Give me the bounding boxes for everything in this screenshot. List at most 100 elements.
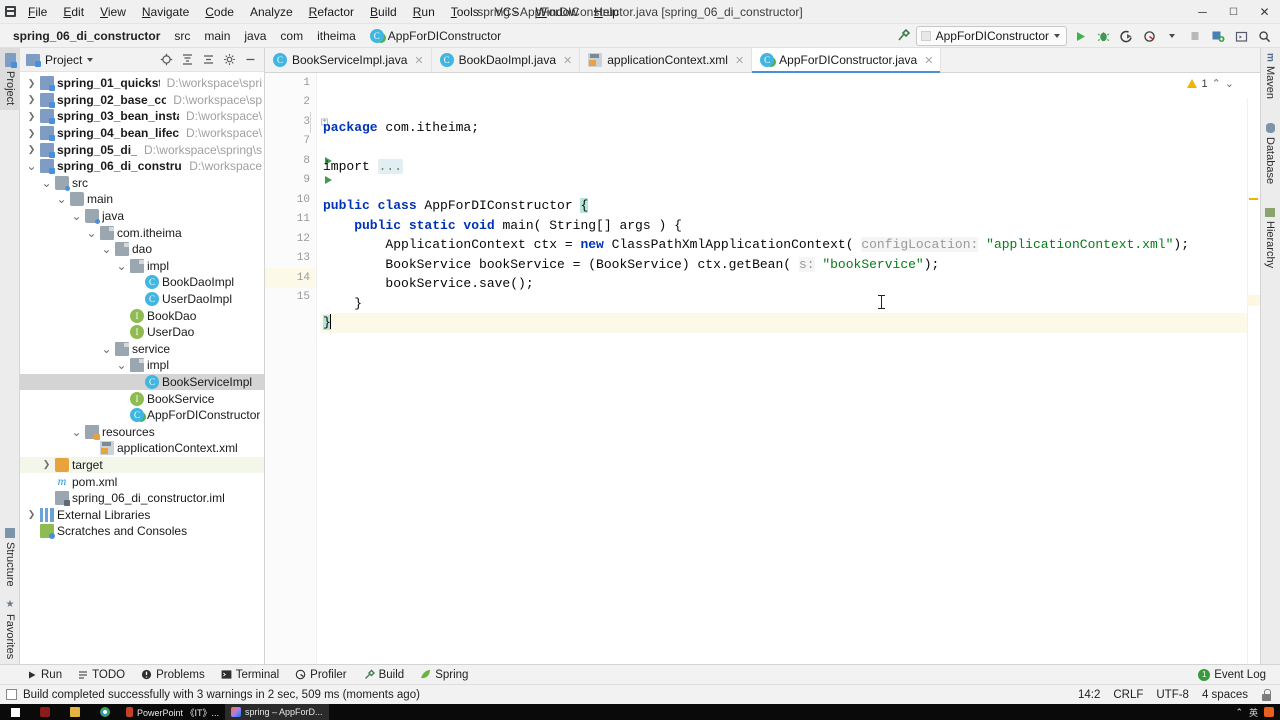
taskbar-window-intellij[interactable]: spring – AppForD... bbox=[225, 704, 329, 720]
editor-tabs[interactable]: C BookServiceImpl.java ✕ C BookDaoImpl.java ✕… bbox=[265, 48, 1260, 73]
code-line-13[interactable]: } bbox=[321, 294, 1260, 314]
menu-tools[interactable]: Tools bbox=[443, 0, 487, 24]
chevron-down-icon[interactable]: ⌄ bbox=[101, 343, 112, 355]
chevron-right-icon[interactable]: ❯ bbox=[26, 94, 37, 105]
menu-window[interactable]: Window bbox=[527, 0, 586, 24]
close-tab-icon[interactable]: ✕ bbox=[563, 54, 572, 67]
lock-icon[interactable] bbox=[1261, 688, 1272, 701]
tree-item-bookdao[interactable]: I BookDao bbox=[20, 307, 264, 324]
code-line-10[interactable]: ApplicationContext ctx = new ClassPathXm… bbox=[321, 235, 1260, 255]
chevron-right-icon[interactable]: ❯ bbox=[26, 509, 37, 520]
bottom-item-todo[interactable]: TODO bbox=[71, 665, 132, 685]
code-line-12[interactable]: bookService.save(); bbox=[321, 274, 1260, 294]
menu-refactor[interactable]: Refactor bbox=[301, 0, 362, 24]
bottom-item-terminal[interactable]: Terminal bbox=[214, 665, 286, 685]
minimize-button[interactable]: ─ bbox=[1187, 0, 1218, 24]
tree-item-spring-03-bean-instance[interactable]: ❯ spring_03_bean_instance D:\workspace\ bbox=[20, 108, 264, 125]
code-line-7[interactable] bbox=[321, 177, 1260, 197]
select-opened-file-icon[interactable] bbox=[1231, 26, 1251, 46]
code-line-9[interactable]: public static void main( String[] args )… bbox=[321, 216, 1260, 236]
chevron-right-icon[interactable]: ❯ bbox=[26, 111, 37, 122]
gutter-line-15[interactable]: 15 bbox=[265, 288, 316, 308]
tree-item-bookservice[interactable]: I BookService bbox=[20, 390, 264, 407]
chevron-down-icon[interactable] bbox=[87, 57, 94, 62]
breadcrumb-item-main[interactable]: main bbox=[197, 26, 237, 46]
project-tree[interactable]: ❯ spring_01_quickstart D:\workspace\spri ❯ s… bbox=[20, 72, 264, 540]
profiler-icon[interactable] bbox=[1139, 26, 1159, 46]
tree-item-bookdaoimpl[interactable]: C BookDaoImpl bbox=[20, 274, 264, 291]
editor-tab-applicationcontext-xml[interactable]: applicationContext.xml ✕ bbox=[580, 48, 753, 72]
code-line-11[interactable]: BookService bookService = (BookService) … bbox=[321, 255, 1260, 275]
tree-item-target[interactable]: ❯ target bbox=[20, 456, 264, 474]
inspection-widget[interactable]: 1 ⌃ ⌄ bbox=[1187, 77, 1234, 90]
next-problem-icon[interactable]: ⌄ bbox=[1225, 77, 1234, 90]
chevron-down-icon[interactable]: ⌄ bbox=[71, 426, 82, 438]
chevron-right-icon[interactable]: ❯ bbox=[26, 128, 37, 139]
previous-problem-icon[interactable]: ⌃ bbox=[1212, 77, 1221, 90]
editor-tab-appfordiconstructor-java[interactable]: C AppForDIConstructor.java ✕ bbox=[752, 48, 942, 73]
gutter-line-11[interactable]: 11 bbox=[265, 210, 316, 230]
tree-item-bookserviceimpl[interactable]: C BookServiceImpl bbox=[20, 373, 264, 391]
chrome-icon[interactable] bbox=[90, 704, 120, 720]
sogou-icon[interactable] bbox=[1264, 707, 1274, 717]
menu-code[interactable]: Code bbox=[197, 0, 242, 24]
tree-item-spring-06-di-constructor-iml[interactable]: spring_06_di_constructor.iml bbox=[20, 490, 264, 507]
gutter-line-14[interactable]: 14 bbox=[265, 268, 316, 288]
file-explorer-icon[interactable] bbox=[60, 704, 90, 720]
menu-view[interactable]: View bbox=[92, 0, 134, 24]
tree-item-resources[interactable]: ⌄ resources bbox=[20, 423, 264, 440]
error-stripe[interactable] bbox=[1247, 98, 1260, 664]
code-line-2[interactable] bbox=[321, 138, 1260, 158]
breadcrumb-item-java[interactable]: java bbox=[237, 26, 273, 46]
stripe-warning-mark[interactable] bbox=[1249, 198, 1258, 200]
tree-item-src[interactable]: ⌄ src bbox=[20, 175, 264, 192]
run-icon[interactable] bbox=[1070, 26, 1090, 46]
chevron-down-icon[interactable]: ⌄ bbox=[116, 359, 127, 371]
maximize-button[interactable]: ☐ bbox=[1218, 0, 1249, 24]
breadcrumb-item-com[interactable]: com bbox=[273, 26, 310, 46]
code-line-14[interactable]: } bbox=[321, 313, 1260, 333]
breadcrumb-item-class[interactable]: C AppForDIConstructor bbox=[363, 26, 508, 46]
menu-edit[interactable]: Edit bbox=[55, 0, 92, 24]
tree-item-scratches-and-consoles[interactable]: Scratches and Consoles bbox=[20, 523, 264, 540]
chevron-down-icon[interactable]: ⌄ bbox=[71, 210, 82, 222]
sidebar-item-favorites[interactable]: ★ Favorites bbox=[0, 594, 20, 664]
gutter-line-8[interactable]: 8 bbox=[265, 151, 332, 171]
gutter-line-2[interactable]: 2 bbox=[265, 93, 316, 113]
menu-vcs[interactable]: VCS bbox=[487, 0, 528, 24]
menu-build[interactable]: Build bbox=[362, 0, 405, 24]
sidebar-item-database[interactable]: Database bbox=[1260, 118, 1280, 189]
chevron-down-icon[interactable]: ⌄ bbox=[26, 160, 37, 172]
menu-run[interactable]: Run bbox=[405, 0, 443, 24]
menu-file[interactable]: File bbox=[20, 0, 55, 24]
close-tab-icon[interactable]: ✕ bbox=[735, 54, 744, 67]
code-line-3[interactable]: import ... bbox=[321, 157, 1260, 177]
bottom-item-build[interactable]: Build bbox=[356, 665, 412, 685]
breadcrumb-item-project[interactable]: spring_06_di_constructor bbox=[6, 26, 167, 46]
search-everywhere-icon[interactable] bbox=[1254, 26, 1274, 46]
breadcrumb-item-itheima[interactable]: itheima bbox=[310, 26, 363, 46]
close-tab-icon[interactable]: ✕ bbox=[414, 54, 423, 67]
locate-icon[interactable] bbox=[158, 51, 175, 68]
breadcrumb-item-src[interactable]: src bbox=[167, 26, 197, 46]
tree-item-impl[interactable]: ⌄ impl bbox=[20, 258, 264, 275]
indent-setting[interactable]: 4 spaces bbox=[1202, 689, 1248, 701]
tray-chevron-icon[interactable]: ⌃ bbox=[1235, 707, 1243, 718]
tree-item-spring-05-di-set[interactable]: ❯ spring_05_di_set D:\workspace\spring\s bbox=[20, 141, 264, 158]
collapse-all-icon[interactable] bbox=[200, 51, 217, 68]
chevron-down-icon[interactable] bbox=[1162, 26, 1182, 46]
file-encoding[interactable]: UTF-8 bbox=[1156, 689, 1189, 701]
sidebar-item-project[interactable]: Project bbox=[0, 48, 20, 111]
gutter-line-9[interactable]: 9 bbox=[265, 171, 332, 191]
editor-gutter[interactable]: 1 2 3 +7 8 9 10 11 12 13 14 15 bbox=[265, 73, 332, 664]
code-editor[interactable]: 1 2 3 +7 8 9 10 11 12 13 14 15 package com.itheima;… bbox=[265, 73, 1260, 664]
close-tab-icon[interactable]: ✕ bbox=[924, 54, 933, 67]
line-separator[interactable]: CRLF bbox=[1113, 689, 1143, 701]
code-line-15[interactable] bbox=[321, 333, 1260, 353]
event-log-button[interactable]: 1 Event Log bbox=[1192, 668, 1272, 681]
tree-item-spring-02-base-config[interactable]: ❯ spring_02_base_config D:\workspace\sp bbox=[20, 92, 264, 109]
menu-navigate[interactable]: Navigate bbox=[134, 0, 197, 24]
editor-tab-bookdaoimpl-java[interactable]: C BookDaoImpl.java ✕ bbox=[432, 48, 581, 72]
tree-item-com-itheima[interactable]: ⌄ com.itheima bbox=[20, 224, 264, 241]
bottom-item-problems[interactable]: Problems bbox=[134, 665, 212, 685]
